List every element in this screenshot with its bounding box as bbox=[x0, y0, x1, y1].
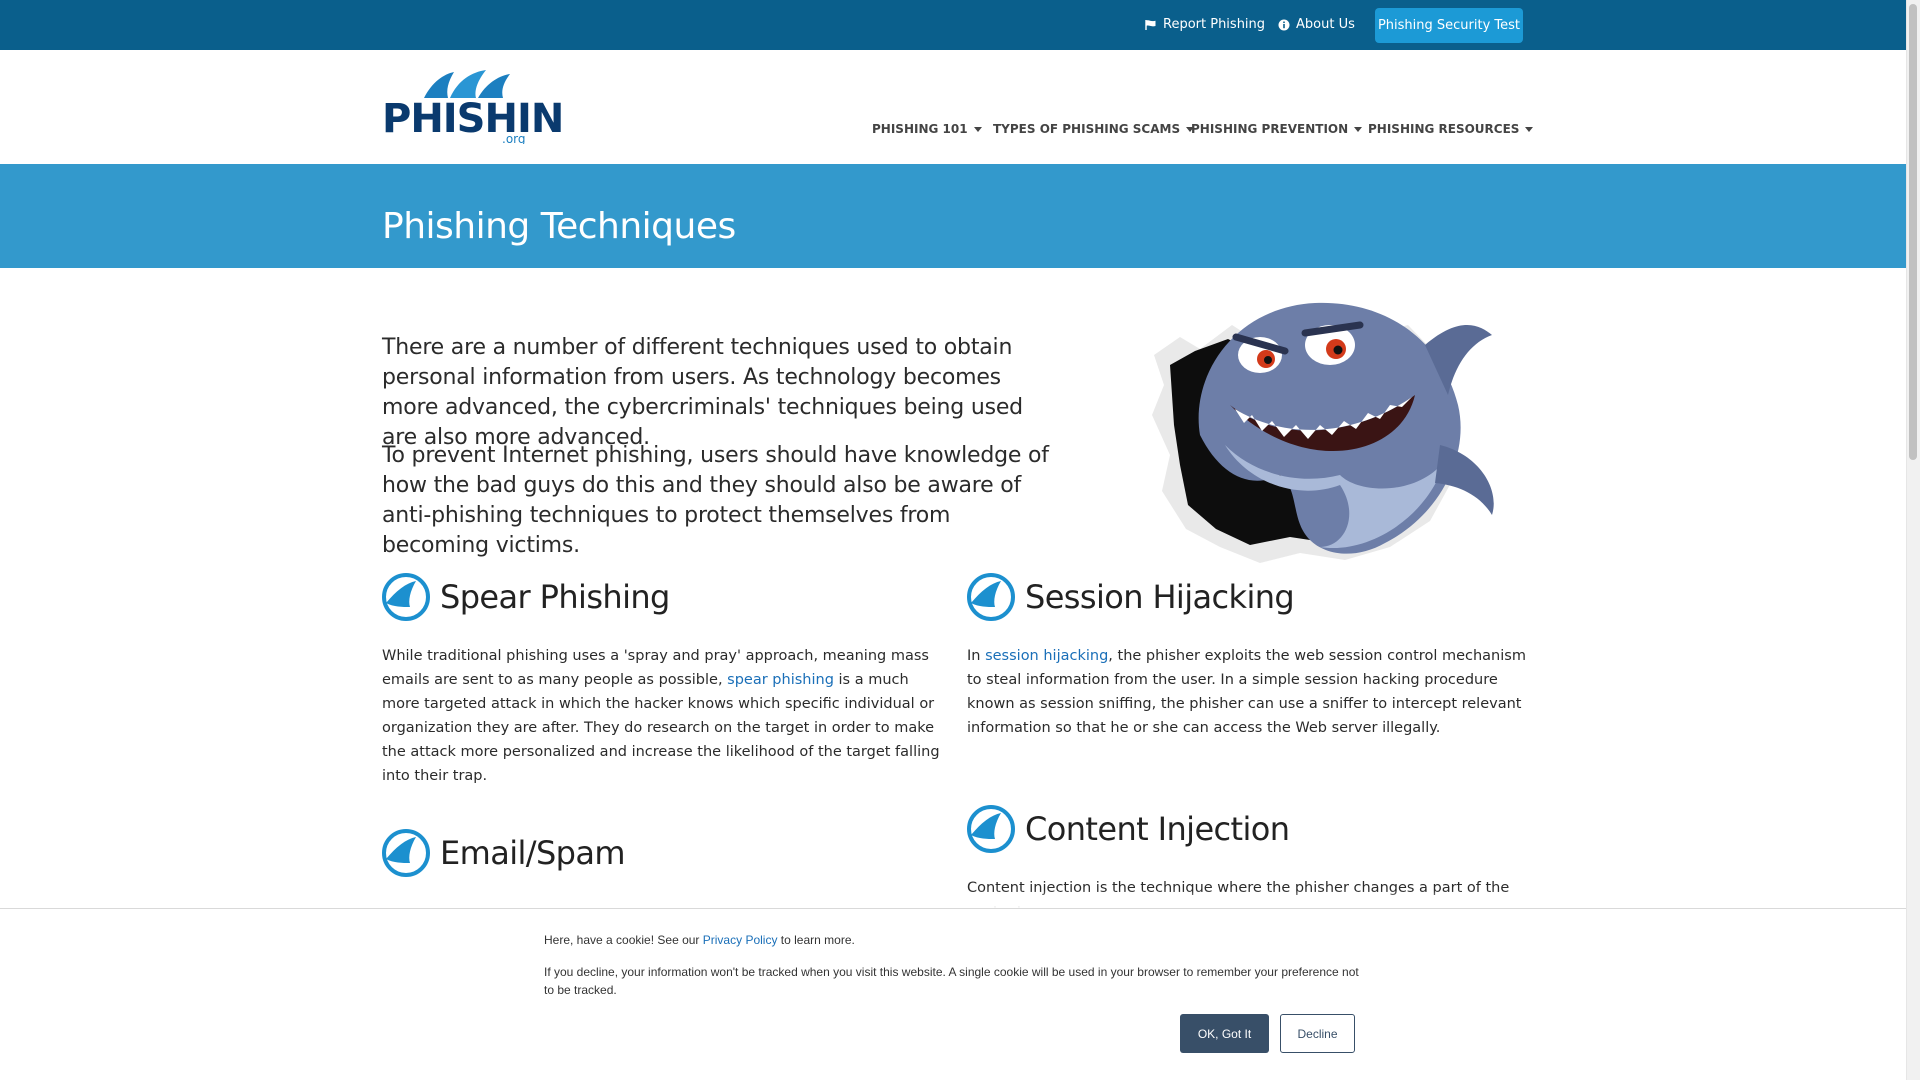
about-us-label: About Us bbox=[1296, 17, 1355, 32]
report-phishing-label: Report Phishing bbox=[1163, 17, 1266, 32]
site-logo[interactable]: PHISHING .org bbox=[382, 64, 596, 146]
spear-phishing-heading: Spear Phishing bbox=[382, 573, 670, 621]
session-hijacking-text: In session hijacking, the phisher exploi… bbox=[967, 648, 1526, 736]
svg-text:PHISHING: PHISHING bbox=[382, 96, 562, 142]
flag-icon bbox=[1145, 19, 1157, 31]
session-hijacking-link[interactable]: session hijacking bbox=[985, 648, 1108, 664]
page-title: Phishing Techniques bbox=[382, 206, 736, 247]
scrollbar-thumb[interactable] bbox=[1909, 4, 1917, 460]
caret-down-icon bbox=[973, 126, 982, 132]
email-spam-heading: Email/Spam bbox=[382, 829, 626, 877]
nav-label: TYPES OF PHISHING SCAMS bbox=[993, 122, 1181, 136]
report-phishing-link[interactable]: Report Phishing bbox=[1145, 17, 1265, 32]
content-injection-heading: Content Injection bbox=[967, 805, 1290, 853]
cookie-decline-info: If you decline, your information won't b… bbox=[544, 965, 1359, 997]
phishing-security-test-button[interactable]: Phishing Security Test bbox=[1375, 8, 1523, 43]
section-title: Email/Spam bbox=[440, 834, 626, 872]
caret-down-icon bbox=[1525, 126, 1534, 132]
info-icon bbox=[1278, 19, 1290, 31]
shark-mascot-illustration bbox=[1140, 285, 1530, 570]
nav-phishing-resources[interactable]: PHISHING RESOURCES bbox=[1368, 122, 1534, 136]
cookie-consent-banner: Here, have a cookie! See our Privacy Pol… bbox=[0, 908, 1906, 1080]
page-banner: Phishing Techniques bbox=[0, 164, 1906, 268]
site-header: PHISHING .org PHISHING 101 TYPES OF PHIS… bbox=[0, 50, 1906, 164]
privacy-policy-link[interactable]: Privacy Policy bbox=[703, 933, 778, 947]
cookie-message: Here, have a cookie! See our Privacy Pol… bbox=[544, 933, 855, 947]
nav-label: PHISHING PREVENTION bbox=[1191, 122, 1349, 136]
nav-label: PHISHING RESOURCES bbox=[1368, 122, 1520, 136]
caret-down-icon bbox=[1354, 126, 1363, 132]
section-title: Content Injection bbox=[1025, 810, 1290, 848]
spear-phishing-link[interactable]: spear phishing bbox=[727, 672, 834, 688]
session-hijacking-heading: Session Hijacking bbox=[967, 573, 1295, 621]
content-fade bbox=[0, 890, 1906, 910]
shark-fin-logo-icon bbox=[967, 573, 1015, 621]
nav-types-of-phishing-scams[interactable]: TYPES OF PHISHING SCAMS bbox=[993, 122, 1195, 136]
intro-paragraph-2: To prevent Internet phishing, users shou… bbox=[382, 443, 1049, 558]
about-us-link[interactable]: About Us bbox=[1278, 17, 1355, 32]
svg-text:.org: .org bbox=[502, 132, 526, 144]
shark-fin-logo-icon bbox=[382, 573, 430, 621]
nav-phishing-101[interactable]: PHISHING 101 bbox=[872, 122, 982, 136]
nav-label: PHISHING 101 bbox=[872, 122, 968, 136]
shark-fin-logo-icon bbox=[382, 829, 430, 877]
decline-cookies-button[interactable]: Decline bbox=[1280, 1014, 1355, 1053]
shark-fin-logo-icon bbox=[967, 805, 1015, 853]
intro-paragraph-1: There are a number of different techniqu… bbox=[382, 335, 1023, 450]
top-bar: Report Phishing About Us Phishing Securi… bbox=[0, 0, 1906, 50]
section-title: Session Hijacking bbox=[1025, 578, 1295, 616]
spear-phishing-text: While traditional phishing uses a 'spray… bbox=[382, 648, 940, 784]
accept-cookies-button[interactable]: OK, Got It bbox=[1180, 1014, 1269, 1053]
section-title: Spear Phishing bbox=[440, 578, 670, 616]
nav-phishing-prevention[interactable]: PHISHING PREVENTION bbox=[1191, 122, 1363, 136]
